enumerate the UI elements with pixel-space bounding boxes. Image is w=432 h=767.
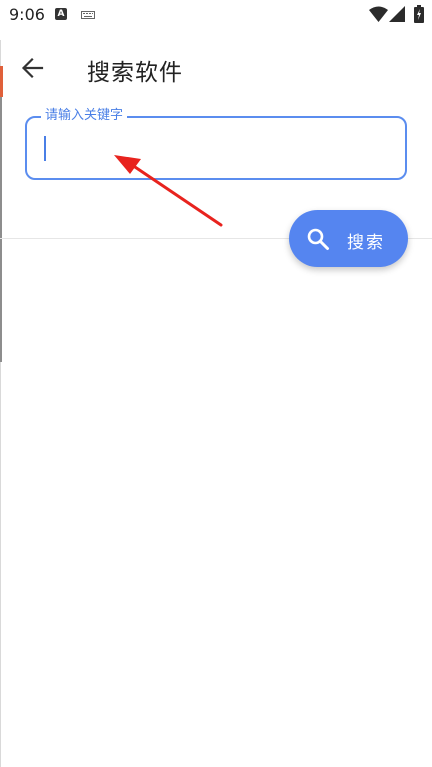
back-button[interactable] — [18, 54, 50, 82]
status-bar: 9:06 A — [0, 0, 432, 30]
arrow-left-icon — [21, 57, 44, 79]
keyboard-icon — [81, 11, 95, 19]
page-title: 搜索软件 — [87, 60, 183, 86]
edge-shadow-mark — [0, 97, 2, 362]
text-cursor — [44, 136, 46, 161]
a-notification-icon: A — [55, 8, 67, 20]
search-input[interactable] — [41, 131, 391, 163]
screen: 9:06 A 搜索软件 请输入关键字 搜索 — [0, 0, 432, 767]
battery-icon — [414, 5, 424, 23]
search-field[interactable]: 请输入关键字 — [25, 108, 407, 180]
search-button-label: 搜索 — [347, 233, 385, 253]
search-button[interactable]: 搜索 — [289, 210, 408, 267]
search-icon — [307, 228, 329, 250]
signal-icon — [389, 6, 405, 22]
wifi-icon — [369, 6, 388, 22]
search-field-label: 请输入关键字 — [41, 108, 128, 124]
edge-accent-mark — [0, 66, 3, 97]
status-time: 9:06 — [9, 5, 45, 24]
